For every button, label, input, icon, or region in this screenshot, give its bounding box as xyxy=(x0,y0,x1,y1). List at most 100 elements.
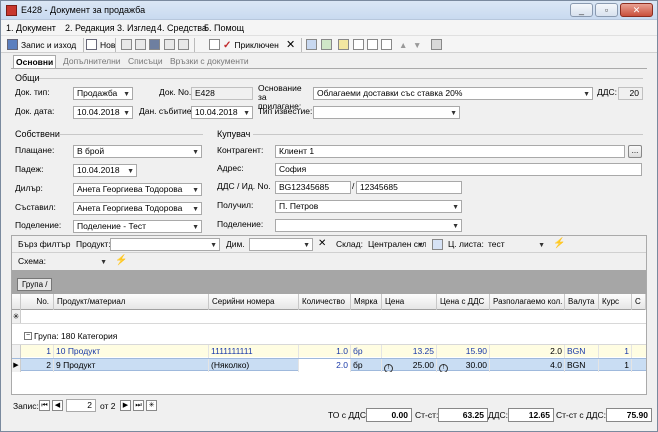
menu-help[interactable]: 5. Помощ xyxy=(204,23,244,33)
dealer-select[interactable]: Анета Георгиева Тодорова ▼ xyxy=(73,183,202,196)
redo-icon[interactable] xyxy=(178,39,189,50)
product-filter-label: Продукт: xyxy=(76,239,111,249)
new-row-marker-icon: ✳ xyxy=(12,310,21,323)
division-select[interactable]: Поделение - Тест ▼ xyxy=(73,220,202,233)
first-record-icon[interactable]: ⏮ xyxy=(39,400,50,411)
col-price-vat[interactable]: Цена с ДДС xyxy=(437,294,490,310)
to-vat-total: 0.00 xyxy=(366,408,412,422)
col-no[interactable]: No. xyxy=(21,294,54,310)
new-record-icon[interactable]: ✳ xyxy=(146,400,157,411)
prev-record-icon[interactable]: ◀ xyxy=(52,400,63,411)
new-button[interactable]: Нов xyxy=(86,38,115,52)
col-quantity[interactable]: Количество xyxy=(299,294,351,310)
collapse-icon[interactable]: − xyxy=(24,332,32,340)
tab-links[interactable]: Връзки с документи xyxy=(168,55,251,68)
col-serial[interactable]: Серийни номера xyxy=(209,294,299,310)
payment-select[interactable]: В брой ▼ xyxy=(73,145,202,158)
dropdown-arrow-icon: ▼ xyxy=(450,110,457,117)
cell-price-vat: ! 30.00 xyxy=(437,359,490,372)
tab-main[interactable]: Основни xyxy=(13,55,57,68)
record-nav-label: Запис: xyxy=(13,401,39,411)
col-product[interactable]: Продукт/материал xyxy=(54,294,209,310)
cell-available: 2.0 xyxy=(490,345,565,358)
clear-filter-icon[interactable]: ✕ xyxy=(318,239,326,249)
vat-total: 12.65 xyxy=(508,408,554,422)
basis-select[interactable]: Облагаеми доставки със ставка 20% ▼ xyxy=(313,87,593,100)
author-select[interactable]: Анета Георгиева Тодорова ▼ xyxy=(73,202,202,215)
doc-type-select[interactable]: Продажба ▼ xyxy=(73,87,133,100)
group-row[interactable]: − Група: 180 Категория xyxy=(12,330,646,343)
save-icon xyxy=(7,39,18,50)
scheme-wand-icon[interactable]: ⚡ xyxy=(115,256,127,266)
folder-icon[interactable] xyxy=(338,39,349,50)
menu-edit[interactable]: 2. Редакция xyxy=(65,23,115,33)
address-field[interactable]: София xyxy=(275,163,642,176)
doc-date-field[interactable]: 10.04.2018 ▼ xyxy=(73,106,133,119)
dropdown-arrow-icon: ▼ xyxy=(210,242,217,249)
document-icon[interactable] xyxy=(209,39,220,50)
pricelist-select[interactable]: тест ▼ xyxy=(484,238,548,251)
product-filter-select[interactable]: ▼ xyxy=(110,238,220,251)
next-record-icon[interactable]: ▶ xyxy=(120,400,131,411)
col-rate[interactable]: Курс xyxy=(599,294,632,310)
minimize-button[interactable]: _ xyxy=(570,3,593,17)
maximize-button[interactable]: ▫ xyxy=(595,3,618,17)
due-date-field[interactable]: 10.04.2018 ▼ xyxy=(73,164,137,177)
col-currency[interactable]: Валута xyxy=(565,294,599,310)
record-number-input[interactable]: 2 xyxy=(66,399,96,412)
browse-button[interactable]: ... xyxy=(628,145,642,158)
partner-field[interactable]: Клиент 1 xyxy=(275,145,625,158)
menu-tools[interactable]: 4. Средства xyxy=(157,23,207,33)
dim-filter-select[interactable]: ▼ xyxy=(249,238,313,251)
help-icon[interactable] xyxy=(431,39,442,50)
grid-header: No. Продукт/материал Серийни номера Коли… xyxy=(12,294,646,310)
cut-icon[interactable] xyxy=(121,39,132,50)
group-chip[interactable]: Група / xyxy=(17,278,53,291)
warning-icon: ! xyxy=(384,364,393,372)
tax-date-field[interactable]: 10.04.2018 ▼ xyxy=(191,106,253,119)
dropdown-arrow-icon: ▼ xyxy=(452,223,459,230)
dropdown-arrow-icon: ▼ xyxy=(192,187,199,194)
cancel-x-icon[interactable]: ✕ xyxy=(286,38,295,52)
page-copy-icon[interactable] xyxy=(367,39,378,50)
arrow-down-icon[interactable]: ▼ xyxy=(413,38,421,52)
tab-additional[interactable]: Допълнителни xyxy=(61,55,123,68)
id-number-field[interactable]: 12345685 xyxy=(356,181,462,194)
notice-type-select[interactable]: ▼ xyxy=(313,106,460,119)
col-available[interactable]: Разполагаемо кол. xyxy=(490,294,565,310)
calculator-icon[interactable] xyxy=(306,39,317,50)
receiver-select[interactable]: П. Петров ▼ xyxy=(275,200,462,213)
page-icon[interactable] xyxy=(353,39,364,50)
undo-icon[interactable] xyxy=(164,39,175,50)
close-button[interactable]: ✕ xyxy=(620,3,653,17)
new-item-row[interactable]: ✳ xyxy=(12,310,646,324)
cell-price: ! 25.00 xyxy=(382,359,437,372)
copy-icon[interactable] xyxy=(135,39,146,50)
magic-wand-icon[interactable]: ⚡ xyxy=(553,239,565,249)
tab-lists[interactable]: Списъци xyxy=(126,55,165,68)
buyer-division-select[interactable]: ▼ xyxy=(275,219,462,232)
warehouse-settings-icon[interactable] xyxy=(432,239,443,250)
last-record-icon[interactable]: ⏭ xyxy=(133,400,144,411)
table-row-selected[interactable]: ▶ 2 9 Продукт (Няколко) 2.0 бр ! 25.00 ! 3… xyxy=(12,358,646,372)
table-row[interactable]: 1 10 Продукт 1111111111 1.0 бр 13.25 15.… xyxy=(12,344,646,358)
dropdown-arrow-icon: ▼ xyxy=(100,259,107,266)
col-extra[interactable]: С xyxy=(632,294,646,310)
col-price[interactable]: Цена xyxy=(382,294,437,310)
save-exit-button[interactable]: Запис и изход xyxy=(7,38,76,52)
menu-view[interactable]: 3. Изглед xyxy=(117,23,156,33)
cell-quantity[interactable]: 2.0 xyxy=(299,359,351,372)
post-button[interactable]: ✓ Приключен xyxy=(223,38,279,52)
buyer-division-label: Поделение: xyxy=(217,219,264,229)
paste-icon[interactable] xyxy=(149,39,160,50)
page-add-icon[interactable] xyxy=(381,39,392,50)
refresh-icon[interactable] xyxy=(321,39,332,50)
cell-rate: 1 xyxy=(599,345,632,358)
warehouse-select[interactable]: Централен скл ▼ xyxy=(364,238,427,251)
col-unit[interactable]: Мярка xyxy=(351,294,382,310)
menu-document[interactable]: 1. Документ xyxy=(6,23,56,33)
vat-number-field[interactable]: BG12345685 xyxy=(275,181,351,194)
arrow-up-icon[interactable]: ▲ xyxy=(399,38,407,52)
cell-quantity: 1.0 xyxy=(299,345,351,358)
scheme-select[interactable]: ▼ xyxy=(46,255,110,268)
